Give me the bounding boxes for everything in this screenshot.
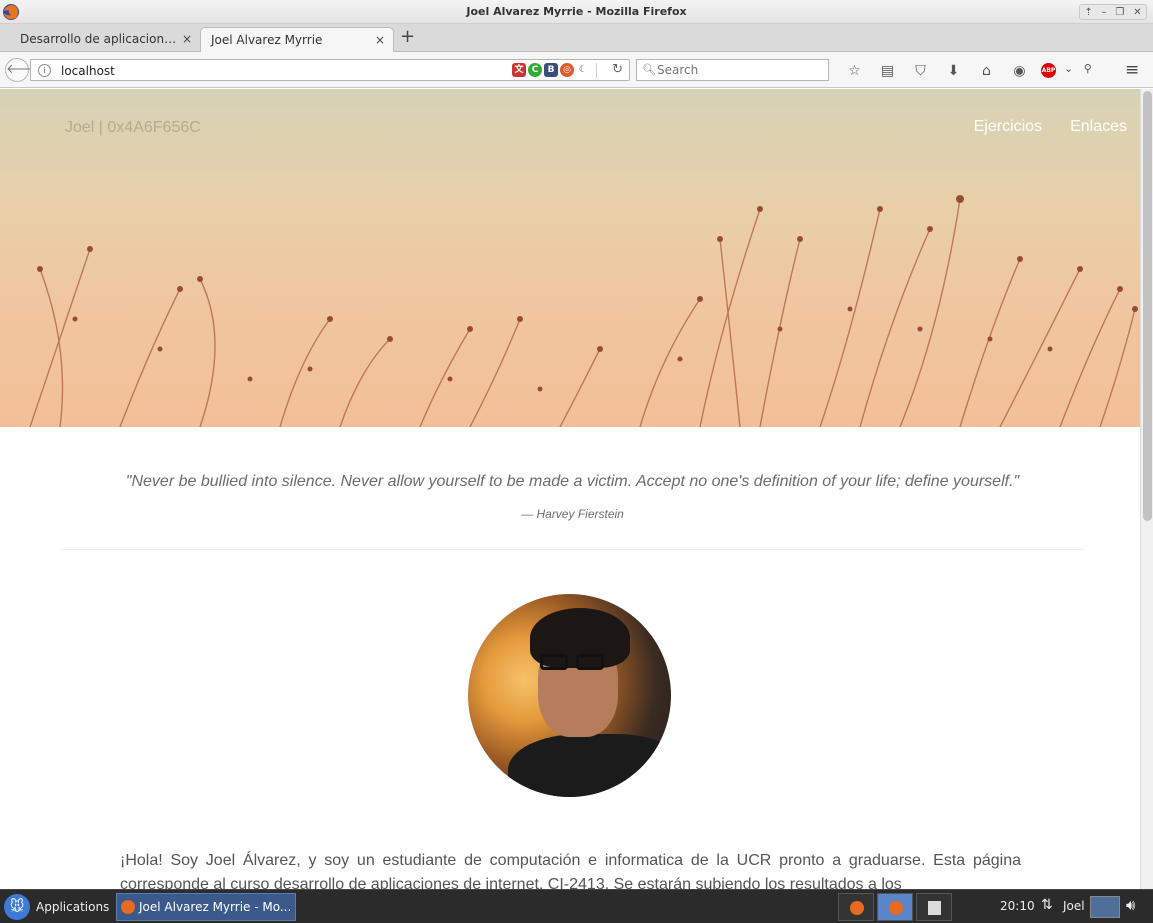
green-addon-icon[interactable]: C — [528, 63, 542, 77]
scrollbar-thumb[interactable] — [1143, 91, 1152, 521]
taskbar-window-label: Joel Alvarez Myrrie - Mo... — [139, 900, 292, 914]
ubuntu-addon-icon[interactable]: ◎ — [560, 63, 574, 77]
new-tab-button[interactable]: + — [400, 26, 415, 47]
url-bar[interactable]: i localhost 文 C B ◎ ☾ ↻ — [30, 59, 630, 81]
text-editor-icon — [928, 901, 941, 915]
bookmark-star-icon[interactable]: ☆ — [838, 61, 871, 81]
window-titlebar: Joel Alvarez Myrrie - Mozilla Firefox ⇡ … — [0, 0, 1153, 24]
close-tab-icon[interactable]: × — [375, 33, 385, 47]
network-icon[interactable]: ⇅ — [1041, 897, 1053, 913]
toolbar-icons: ☆ ▤ ⛉ ⬇ ⌂ ◉ — [838, 61, 1036, 81]
firefox-icon — [889, 901, 903, 915]
page-scrollbar[interactable] — [1140, 89, 1153, 889]
quote-text: "Never be bullied into silence. Never al… — [125, 473, 1020, 490]
site-brand[interactable]: Joel | 0x4A6F656C — [65, 119, 201, 137]
url-text[interactable]: localhost — [61, 64, 115, 78]
applications-menu[interactable]: 🐭︎ Applications — [4, 894, 109, 920]
moon-addon-icon[interactable]: ☾ — [576, 63, 590, 77]
desktop-taskbar: 🐭︎ Applications Joel Alvarez Myrrie - Mo… — [0, 889, 1153, 923]
info-icon[interactable]: i — [38, 64, 51, 77]
maximize-icon[interactable]: ❐ — [1115, 7, 1124, 18]
pocket-icon[interactable]: ⛉ — [904, 61, 937, 81]
page-viewport: Joel | 0x4A6F656C Ejercicios Enlaces "Ne… — [0, 89, 1140, 889]
profile-photo — [468, 594, 671, 797]
b-addon-icon[interactable]: B — [544, 63, 558, 77]
search-box[interactable]: 🔍︎ — [636, 59, 829, 81]
volume-icon[interactable]: 🔊︎ — [1126, 896, 1135, 914]
intro-paragraph: ¡Hola! Soy Joel Álvarez, y soy un estudi… — [120, 852, 1021, 889]
home-icon[interactable]: ⌂ — [970, 61, 1003, 81]
hero-banner: Joel | 0x4A6F656C Ejercicios Enlaces — [0, 89, 1140, 427]
search-icon: 🔍︎ — [642, 63, 656, 76]
reload-icon[interactable]: ↻ — [612, 62, 623, 77]
window-controls: ⇡ – ❐ ✕ — [1079, 4, 1147, 20]
site-nav: Ejercicios Enlaces — [974, 118, 1127, 136]
wildflowers-illustration — [29, 195, 1138, 427]
chevron-down-icon[interactable]: ⌄ ⚲ — [1064, 62, 1092, 75]
navigation-toolbar: 🡐 i localhost 文 C B ◎ ☾ ↻ 🔍︎ ☆ ▤ ⛉ ⬇ ⌂ ◉… — [0, 52, 1153, 88]
clock[interactable]: 20:10 — [1000, 899, 1035, 913]
hamburger-menu-icon[interactable]: ≡ — [1125, 60, 1139, 80]
nav-link-enlaces[interactable]: Enlaces — [1070, 118, 1127, 136]
shade-icon[interactable]: ⇡ — [1084, 7, 1092, 18]
photo-glasses-left — [540, 654, 568, 670]
minimize-icon[interactable]: – — [1102, 7, 1107, 18]
user-name[interactable]: Joel — [1063, 899, 1085, 913]
search-input[interactable] — [657, 63, 817, 77]
window-title: Joel Alvarez Myrrie - Mozilla Firefox — [466, 5, 687, 18]
launcher-text-editor[interactable] — [916, 893, 952, 921]
firefox-icon — [850, 901, 864, 915]
launcher-firefox-active[interactable] — [877, 893, 913, 921]
workspace-switcher[interactable] — [1090, 896, 1120, 918]
tab-label: Desarrollo de aplicacion… — [20, 32, 177, 46]
photo-glasses-right — [576, 654, 604, 670]
back-button[interactable]: 🡐 — [5, 58, 41, 82]
taskbar-window-firefox[interactable]: Joel Alvarez Myrrie - Mo... — [116, 893, 296, 921]
tab-label: Joel Alvarez Myrrie — [211, 33, 323, 47]
firefox-icon — [121, 900, 135, 914]
section-divider — [60, 549, 1085, 550]
downloads-icon[interactable]: ⬇ — [937, 61, 970, 81]
tab-bar: Desarrollo de aplicacion… × Joel Alvarez… — [0, 24, 1153, 52]
tab-joel-alvarez[interactable]: Joel Alvarez Myrrie × — [200, 27, 394, 52]
bookmarks-menu-icon[interactable]: ▤ — [871, 61, 904, 81]
tab-desarrollo[interactable]: Desarrollo de aplicacion… × — [0, 27, 200, 52]
adblock-icon[interactable]: ABP — [1041, 63, 1056, 78]
close-tab-icon[interactable]: × — [182, 32, 192, 46]
photo-shirt — [508, 734, 671, 797]
launcher-firefox[interactable] — [838, 893, 874, 921]
xfce-logo-icon: 🐭︎ — [4, 894, 30, 920]
url-separator — [596, 63, 597, 78]
translate-addon-icon[interactable]: 文 — [512, 63, 526, 77]
nav-link-ejercicios[interactable]: Ejercicios — [974, 118, 1042, 136]
quote-author: — Harvey Fierstein — [521, 507, 624, 521]
close-icon[interactable]: ✕ — [1133, 7, 1141, 18]
addon-icons: 文 C B ◎ ☾ — [512, 63, 590, 77]
chat-icon[interactable]: ◉ — [1003, 61, 1036, 81]
applications-label: Applications — [36, 900, 110, 914]
